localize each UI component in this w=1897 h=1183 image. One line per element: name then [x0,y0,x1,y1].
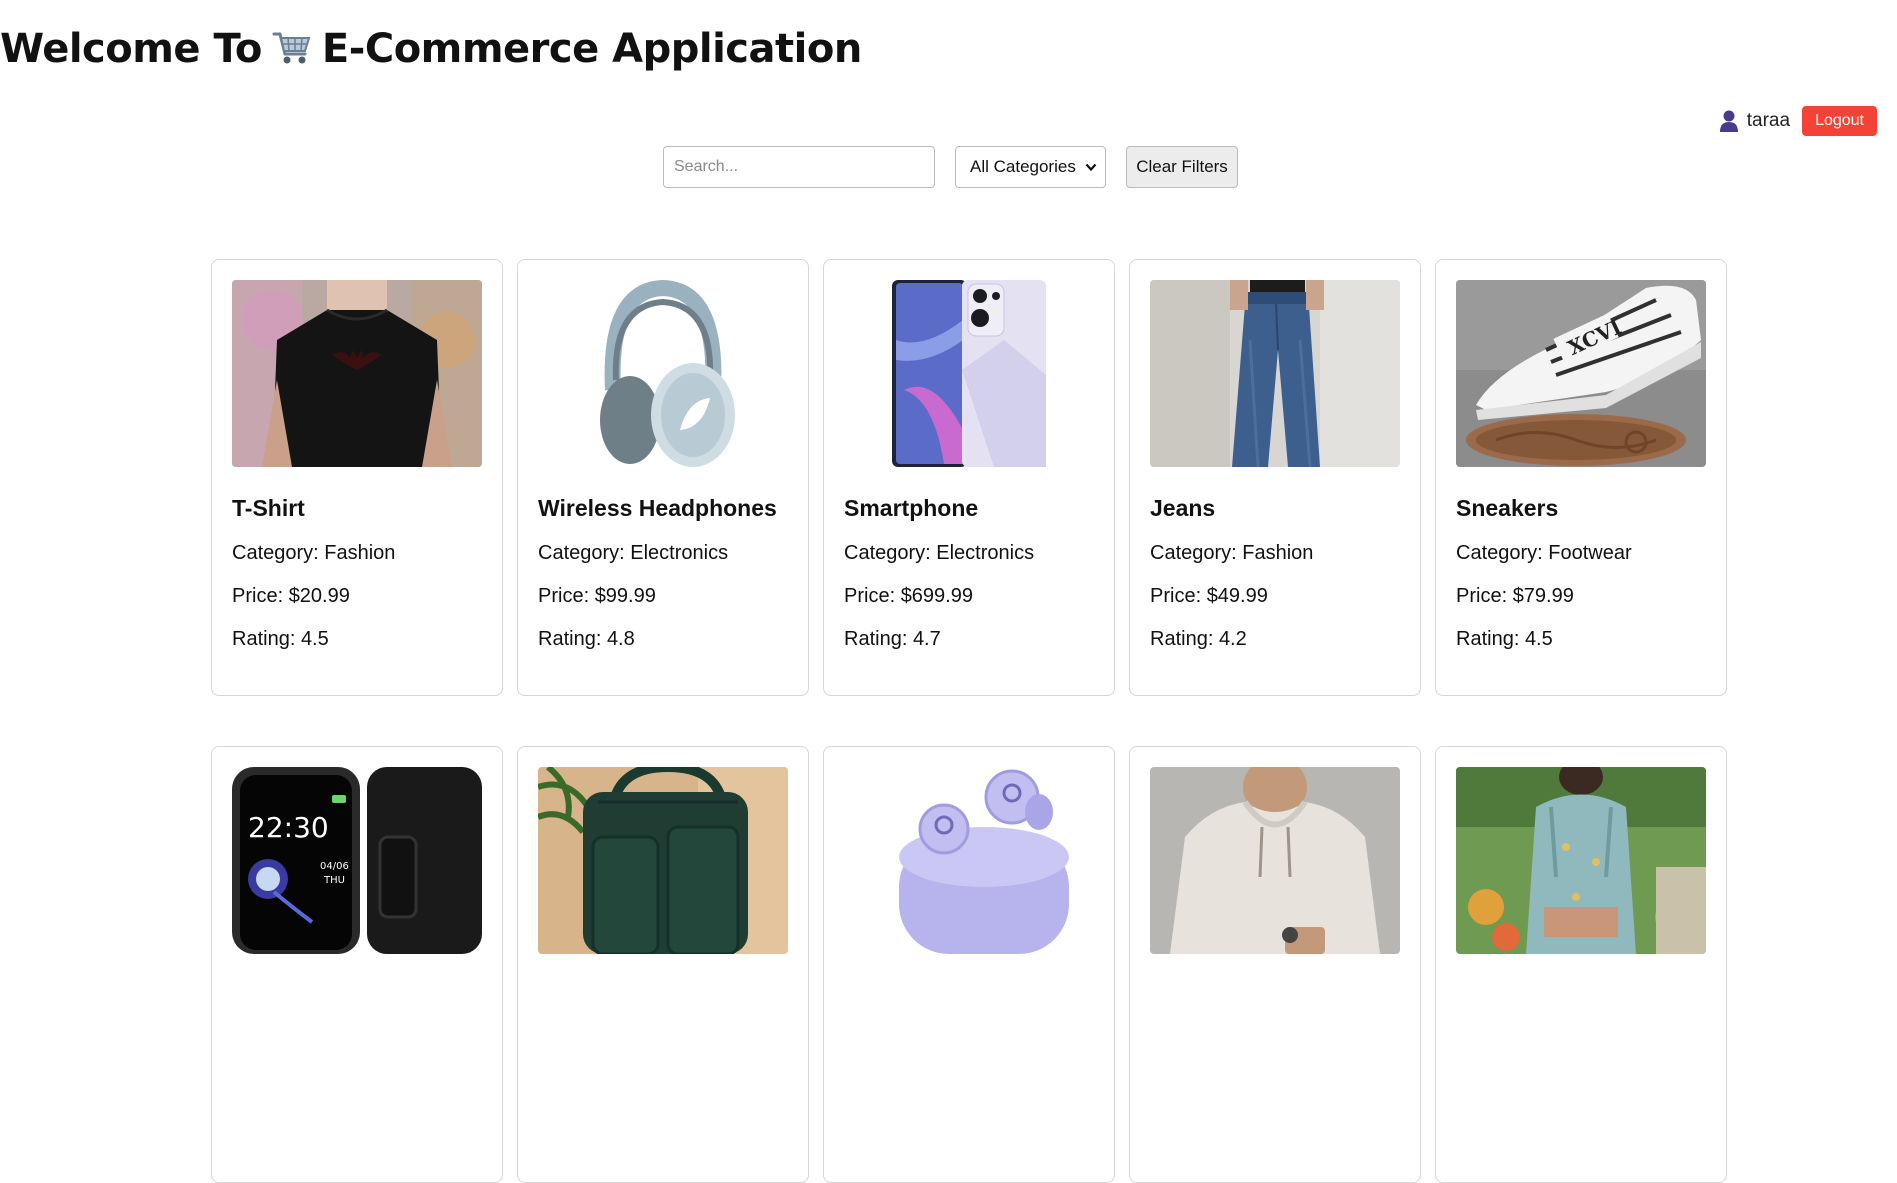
product-grid: T-Shirt Category: Fashion Price: $20.99 … [211,259,1727,1183]
svg-text:22:30: 22:30 [248,811,329,844]
backpack-photo [538,767,788,954]
product-price: Price: $20.99 [232,585,350,607]
product-card[interactable]: Smartphone Category: Electronics Price: … [823,259,1115,696]
product-price: Price: $49.99 [1150,585,1268,607]
hoodie-photo [1150,767,1400,954]
user-bar: taraa Logout [1719,106,1877,136]
product-name: Wireless Headphones [538,495,777,521]
product-name: Sneakers [1456,495,1559,521]
page-title: Welcome To E-Commerce Application [0,26,862,78]
smartwatch-photo: 22:30 04/06 THU [232,767,482,954]
black-tshirt-photo [232,280,482,467]
product-category: Category: Fashion [232,542,396,564]
product-category: Category: Footwear [1456,542,1632,564]
product-price: Price: $79.99 [1456,585,1574,607]
clear-filters-button[interactable]: Clear Filters [1126,146,1238,188]
product-card[interactable]: T-Shirt Category: Fashion Price: $20.99 … [211,259,503,696]
product-card[interactable] [823,746,1115,1183]
product-rating: Rating: 4.7 [844,628,941,650]
product-category: Category: Electronics [538,542,729,564]
user-icon [1719,110,1739,132]
search-input[interactable] [663,146,935,188]
category-select[interactable]: All Categories [955,146,1106,188]
title-suffix: E-Commerce Application [321,26,862,72]
product-card[interactable]: Jeans Category: Fashion Price: $49.99 Ra… [1129,259,1421,696]
product-rating: Rating: 4.5 [232,628,329,650]
product-name: Jeans [1150,495,1216,521]
product-category: Category: Fashion [1150,542,1314,564]
product-name: T-Shirt [232,495,305,521]
product-category: Category: Electronics [844,542,1035,564]
svg-text:04/06: 04/06 [320,861,349,872]
filter-bar: All Categories Clear Filters [0,146,1897,190]
title-prefix: Welcome To [0,26,262,72]
svg-text:THU: THU [323,875,345,886]
product-rating: Rating: 4.5 [1456,628,1553,650]
product-card[interactable]: XCVI Sneakers Category: Footwear Price: … [1435,259,1727,696]
headphones-photo [538,280,788,467]
product-card[interactable] [1129,746,1421,1183]
product-card[interactable] [1435,746,1727,1183]
product-card[interactable]: 22:30 04/06 THU [211,746,503,1183]
chevron-down-icon [1085,163,1097,172]
product-card[interactable] [517,746,809,1183]
product-card[interactable]: Wireless Headphones Category: Electronic… [517,259,809,696]
sneakers-photo: XCVI [1456,280,1706,467]
kurta-photo [1456,767,1706,954]
earbuds-photo [844,767,1094,954]
username: taraa [1746,110,1791,131]
product-price: Price: $99.99 [538,585,656,607]
logout-button[interactable]: Logout [1802,106,1877,136]
shopping-cart-icon [272,28,312,78]
product-name: Smartphone [844,495,979,521]
category-select-value: All Categories [970,157,1076,176]
smartphone-photo [844,280,1094,467]
jeans-photo [1150,280,1400,467]
product-rating: Rating: 4.8 [538,628,635,650]
product-price: Price: $699.99 [844,585,973,607]
product-rating: Rating: 4.2 [1150,628,1247,650]
